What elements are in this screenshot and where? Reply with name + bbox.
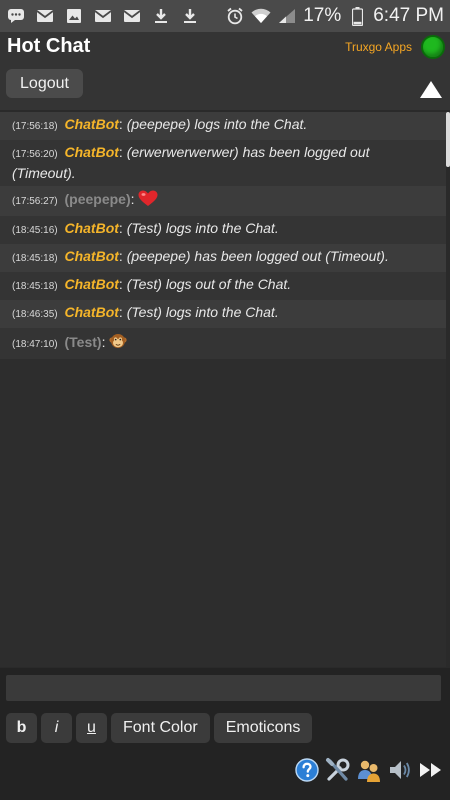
chat-message: (18:45:16) ChatBot: (Test) logs into the… — [0, 216, 446, 244]
download-icon — [180, 8, 200, 24]
users-icon[interactable] — [356, 757, 382, 783]
font-color-button[interactable]: Font Color — [111, 713, 210, 743]
message-timestamp: (17:56:27) — [12, 196, 58, 207]
message-separator: : — [118, 276, 127, 292]
notification-icons — [6, 8, 200, 24]
format-toolbar: b i u Font Color Emoticons — [6, 713, 313, 743]
message-separator: : — [118, 144, 127, 160]
bold-button[interactable]: b — [6, 713, 37, 743]
composer: b i u Font Color Emoticons — [0, 668, 450, 800]
message-sender: ChatBot — [64, 116, 119, 132]
message-timestamp: (18:45:18) — [12, 281, 58, 292]
message-timestamp: (17:56:20) — [12, 149, 58, 160]
message-sender: ChatBot — [64, 276, 119, 292]
clock: 6:47 PM — [373, 5, 444, 26]
download-icon — [151, 8, 171, 24]
emoticons-button[interactable]: Emoticons — [213, 713, 313, 743]
message-separator: : — [118, 116, 127, 132]
scroll-up-arrow-icon[interactable] — [420, 81, 442, 98]
message-text: (peepepe) logs into the Chat. — [126, 116, 308, 132]
message-separator: : — [118, 248, 127, 264]
chat-message: (17:56:27) (peepepe): — [0, 186, 446, 216]
bottom-actions — [294, 757, 444, 783]
monkey-icon — [109, 332, 127, 354]
help-icon[interactable] — [294, 757, 320, 783]
chat-message: (17:56:18) ChatBot: (peepepe) logs into … — [0, 112, 446, 140]
online-status-icon — [421, 35, 445, 59]
gmail-icon — [122, 8, 142, 24]
status-bar: 17% 6:47 PM — [0, 0, 450, 32]
wifi-icon — [251, 8, 271, 24]
message-separator: : — [101, 334, 110, 350]
chat-messages[interactable]: (17:56:18) ChatBot: (peepepe) logs into … — [0, 112, 446, 667]
message-timestamp: (18:47:10) — [12, 339, 58, 350]
chat-bubble-icon — [6, 8, 26, 24]
battery-icon — [347, 6, 367, 26]
message-input[interactable] — [6, 675, 441, 701]
chat-message: (18:45:18) ChatBot: (peepepe) has been l… — [0, 244, 446, 272]
message-text: (Test) logs out of the Chat. — [126, 276, 292, 292]
gmail-icon — [93, 8, 113, 24]
brand-link[interactable]: Truxgo Apps — [345, 40, 412, 54]
signal-icon — [277, 8, 297, 24]
system-indicators: 17% 6:47 PM — [225, 5, 444, 27]
message-separator: : — [118, 304, 127, 320]
gmail-icon — [35, 8, 55, 24]
battery-percent: 17% — [303, 5, 342, 26]
message-sender: ChatBot — [64, 220, 119, 236]
app-header: Hot Chat Truxgo Apps Logout — [0, 32, 450, 110]
message-text: (Test) logs into the Chat. — [126, 304, 279, 320]
message-timestamp: (18:45:16) — [12, 225, 58, 236]
speaker-icon[interactable] — [387, 757, 413, 783]
message-separator: : — [118, 220, 127, 236]
chat-message: (18:46:35) ChatBot: (Test) logs into the… — [0, 300, 446, 328]
message-text: (Test) logs into the Chat. — [126, 220, 279, 236]
tools-icon[interactable] — [325, 757, 351, 783]
message-separator: : — [130, 191, 139, 207]
message-sender: ChatBot — [64, 248, 119, 264]
alarm-icon — [225, 7, 245, 25]
heart-icon — [138, 190, 158, 211]
chat-message: (18:45:18) ChatBot: (Test) logs out of t… — [0, 272, 446, 300]
message-timestamp: (18:45:18) — [12, 253, 58, 264]
message-sender: ChatBot — [64, 304, 119, 320]
message-text: (peepepe) has been logged out (Timeout). — [126, 248, 389, 264]
message-timestamp: (17:56:18) — [12, 121, 58, 132]
chat-message: (17:56:20) ChatBot: (erwerwerwerwer) has… — [0, 140, 446, 186]
message-timestamp: (18:46:35) — [12, 309, 58, 320]
underline-button[interactable]: u — [76, 713, 107, 743]
message-sender: (peepepe) — [64, 191, 131, 207]
fast-forward-icon[interactable] — [418, 757, 444, 783]
logout-button[interactable]: Logout — [6, 69, 83, 98]
app-title: Hot Chat — [7, 35, 91, 57]
chat-message: (18:47:10) (Test): — [0, 328, 446, 359]
message-sender: (Test) — [64, 334, 102, 350]
image-icon — [64, 8, 84, 24]
message-sender: ChatBot — [64, 144, 119, 160]
italic-button[interactable]: i — [41, 713, 72, 743]
messages-scrollbar[interactable] — [446, 112, 450, 167]
